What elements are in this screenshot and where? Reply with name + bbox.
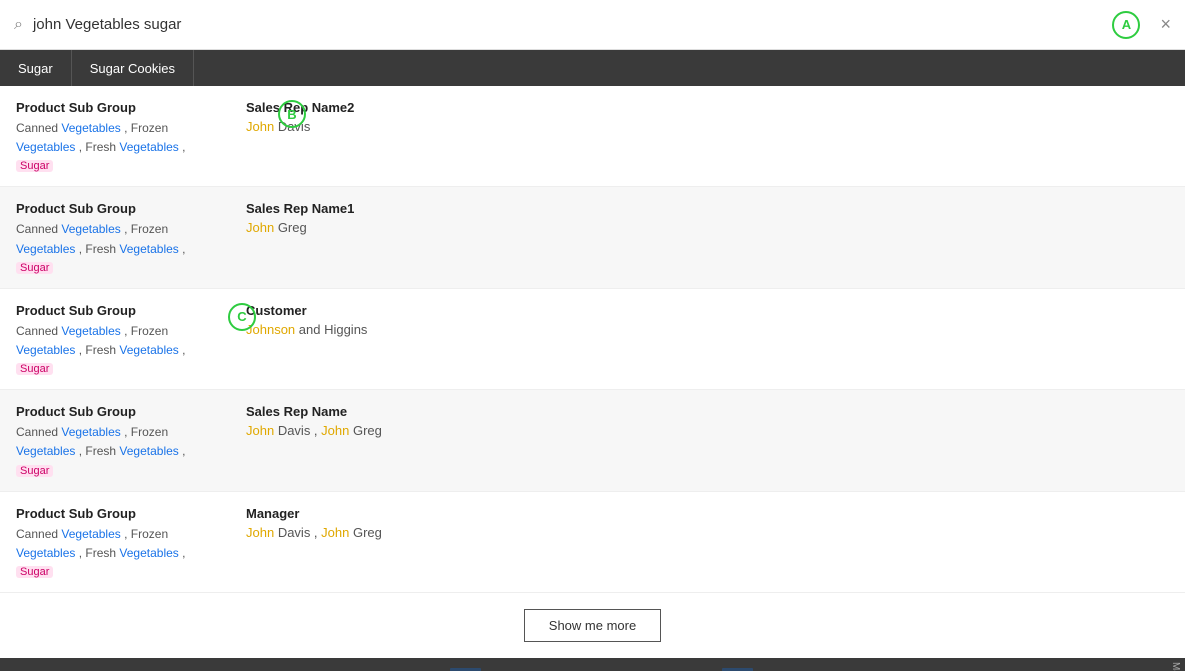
right-label: Sales Rep Name2 <box>246 100 1169 115</box>
right-column: Customer Johnson and Higgins <box>246 303 1169 337</box>
right-column: Sales Rep Name2 John Davis <box>246 100 1169 134</box>
right-label: Customer <box>246 303 1169 318</box>
right-label: Sales Rep Name <box>246 404 1169 419</box>
left-label: Product Sub Group <box>16 506 226 521</box>
results-area: Product Sub Group Canned Vegetables , Fr… <box>0 86 1185 671</box>
result-row[interactable]: Product Sub Group Canned Vegetables , Fr… <box>0 289 1185 390</box>
sugar-tag: Sugar <box>16 566 53 578</box>
tag-line: Canned Vegetables , Frozen Vegetables , … <box>16 220 226 258</box>
search-bar: ⌕ john Vegetables sugar A × <box>0 0 1185 50</box>
left-column: Product Sub Group Canned Vegetables , Fr… <box>16 404 226 476</box>
sugar-tag: Sugar <box>16 160 53 172</box>
search-query[interactable]: john Vegetables sugar <box>33 16 1105 33</box>
right-column: Manager John Davis , John Greg <box>246 506 1169 540</box>
sugar-tag: Sugar <box>16 262 53 274</box>
left-label: Product Sub Group <box>16 404 226 419</box>
right-value: Johnson and Higgins <box>246 322 1169 337</box>
sugar-tag: Sugar <box>16 465 53 477</box>
left-label: Product Sub Group <box>16 201 226 216</box>
tag-line: Canned Vegetables , Frozen Vegetables , … <box>16 119 226 157</box>
tabs-bar: Sugar Sugar Cookies <box>0 50 1185 86</box>
right-axis-label: Margin ($) <box>1166 658 1185 671</box>
chart-left-sidebar: UK USA <box>0 658 60 671</box>
right-value: John Davis , John Greg <box>246 423 1169 438</box>
sugar-tag: Sugar <box>16 363 53 375</box>
bars-container <box>71 658 1166 671</box>
tag-line: Canned Vegetables , Frozen Vegetables , … <box>16 423 226 461</box>
y-axis-label: Sales <box>60 658 71 671</box>
show-more-section: Show me more <box>0 593 1185 658</box>
search-icon: ⌕ <box>14 16 23 34</box>
tag-line: Canned Vegetables , Frozen Vegetables , … <box>16 322 226 360</box>
left-label: Product Sub Group <box>16 303 226 318</box>
show-more-button[interactable]: Show me more <box>524 609 661 642</box>
left-column: Product Sub Group Canned Vegetables , Fr… <box>16 201 226 273</box>
tag-line: Canned Vegetables , Frozen Vegetables , … <box>16 525 226 563</box>
badge-c: C <box>228 303 256 331</box>
right-column: Sales Rep Name1 John Greg <box>246 201 1169 235</box>
right-value: John Greg <box>246 220 1169 235</box>
right-value: John Davis <box>246 119 1169 134</box>
tab-sugar[interactable]: Sugar <box>0 50 72 86</box>
left-label: Product Sub Group <box>16 100 226 115</box>
close-button[interactable]: × <box>1160 14 1171 35</box>
result-row[interactable]: Product Sub Group Canned Vegetables , Fr… <box>0 187 1185 288</box>
right-column: Sales Rep Name John Davis , John Greg <box>246 404 1169 438</box>
badge-b: B <box>278 100 306 128</box>
left-column: Product Sub Group Canned Vegetables , Fr… <box>16 506 226 578</box>
badge-a: A <box>1112 11 1140 39</box>
left-column: Product Sub Group Canned Vegetables , Fr… <box>16 303 226 375</box>
tab-sugar-cookies[interactable]: Sugar Cookies <box>72 50 194 86</box>
result-row[interactable]: Product Sub Group Canned Vegetables , Fr… <box>0 86 1185 187</box>
chart-area: UK USA Sales 2012-Jan2012-Feb2012-Mar201… <box>0 658 1185 671</box>
right-value: John Davis , John Greg <box>246 525 1169 540</box>
right-label: Sales Rep Name1 <box>246 201 1169 216</box>
result-row[interactable]: Product Sub Group Canned Vegetables , Fr… <box>0 492 1185 593</box>
result-row[interactable]: Product Sub Group Canned Vegetables , Fr… <box>0 390 1185 491</box>
right-label: Manager <box>246 506 1169 521</box>
left-column: Product Sub Group Canned Vegetables , Fr… <box>16 100 226 172</box>
